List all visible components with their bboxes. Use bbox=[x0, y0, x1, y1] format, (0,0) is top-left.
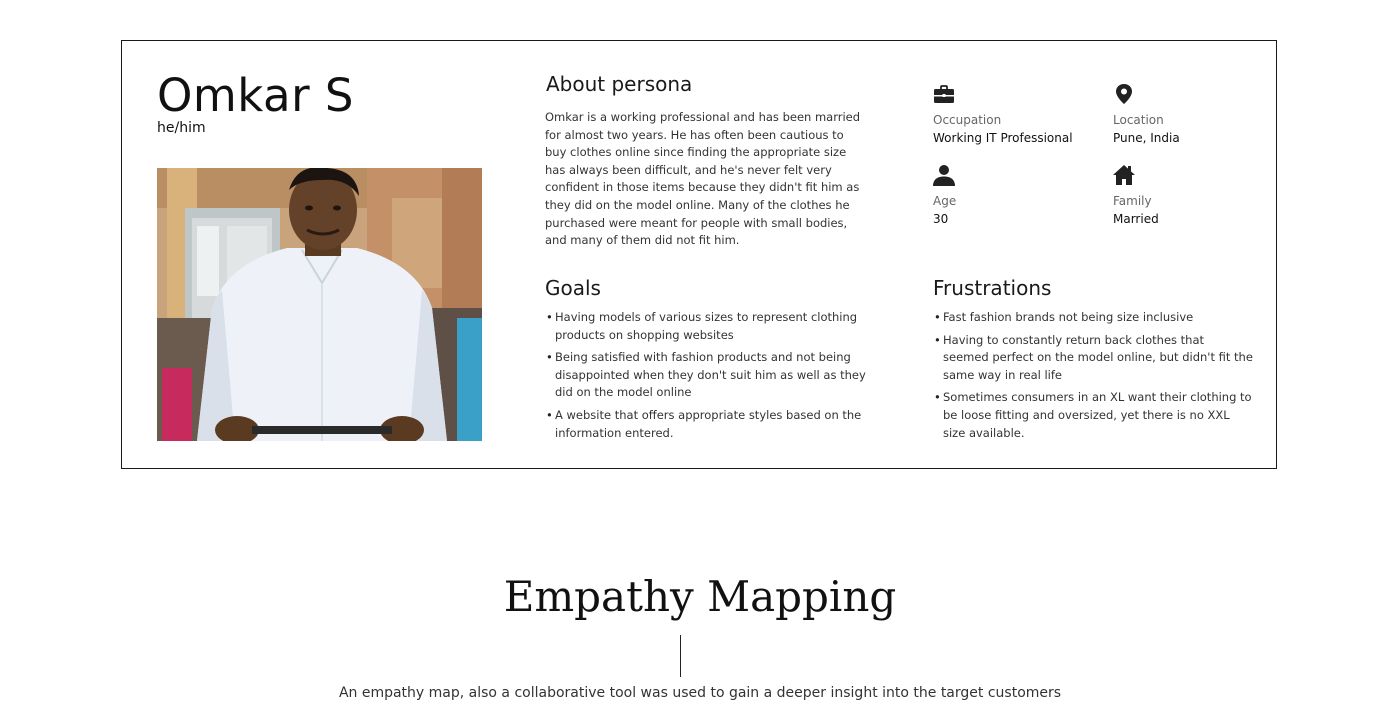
frustration-item: Fast fashion brands not being size inclu… bbox=[933, 309, 1253, 327]
age-label: Age bbox=[933, 194, 957, 208]
persona-name: Omkar S bbox=[157, 69, 354, 122]
empathy-mapping-title: Empathy Mapping bbox=[503, 572, 897, 621]
frustrations-title: Frustrations bbox=[933, 276, 1052, 300]
goal-item: Having models of various sizes to repres… bbox=[545, 309, 875, 344]
occupation-label: Occupation bbox=[933, 113, 1002, 127]
map-pin-icon bbox=[1113, 83, 1135, 105]
goals-title: Goals bbox=[545, 276, 601, 300]
location-value: Pune, India bbox=[1113, 131, 1180, 145]
briefcase-icon bbox=[933, 83, 955, 105]
family-value: Married bbox=[1113, 212, 1159, 226]
location-label: Location bbox=[1113, 113, 1164, 127]
person-icon bbox=[933, 164, 955, 186]
persona-photo bbox=[157, 168, 482, 441]
empathy-mapping-description: An empathy map, also a collaborative too… bbox=[338, 685, 1062, 701]
age-value: 30 bbox=[933, 212, 949, 226]
frustration-item: Sometimes consumers in an XL want their … bbox=[933, 389, 1253, 442]
goals-list: Having models of various sizes to repres… bbox=[545, 309, 875, 447]
section-divider bbox=[680, 635, 681, 677]
frustrations-list: Fast fashion brands not being size inclu… bbox=[933, 309, 1253, 447]
home-icon bbox=[1113, 164, 1135, 186]
occupation-value: Working IT Professional bbox=[933, 131, 1073, 145]
about-text: Omkar is a working professional and has … bbox=[545, 110, 861, 248]
persona-card: Omkar S he/him About persona Omkar is a … bbox=[121, 40, 1277, 469]
goal-item: A website that offers appropriate styles… bbox=[545, 407, 875, 442]
family-label: Family bbox=[1113, 194, 1152, 208]
goal-item: Being satisfied with fashion products an… bbox=[545, 349, 875, 402]
frustration-item: Having to constantly return back clothes… bbox=[933, 332, 1253, 385]
persona-pronouns: he/him bbox=[157, 120, 206, 136]
about-title: About persona bbox=[546, 72, 693, 96]
